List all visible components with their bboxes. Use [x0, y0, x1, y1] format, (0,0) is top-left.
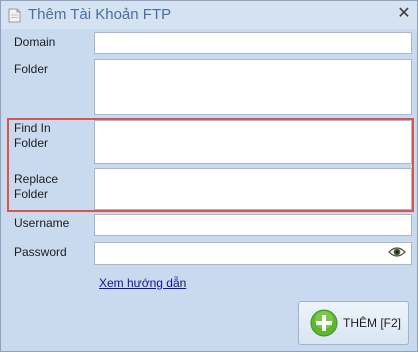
folder-input[interactable]: [94, 59, 412, 115]
title-bar: Thêm Tài Khoản FTP ✕: [1, 1, 417, 29]
add-button[interactable]: THÊM [F2]: [298, 301, 409, 345]
domain-input[interactable]: [94, 32, 412, 54]
eye-icon[interactable]: [388, 245, 406, 259]
help-link[interactable]: Xem hướng dẫn: [99, 276, 186, 290]
folder-label: Folder: [14, 62, 49, 76]
find-in-folder-input[interactable]: [94, 120, 412, 164]
find-in-folder-label: Find In Folder: [14, 121, 51, 151]
add-button-label: THÊM [F2]: [343, 316, 402, 330]
replace-label-line1: Replace: [14, 172, 59, 186]
replace-folder-input[interactable]: [94, 168, 412, 210]
find-label-line1: Find In: [14, 121, 51, 135]
close-icon[interactable]: ✕: [394, 4, 414, 24]
dialog-window: Thêm Tài Khoản FTP ✕ Domain Folder Find …: [0, 0, 418, 352]
document-icon: [8, 8, 21, 23]
window-title: Thêm Tài Khoản FTP: [28, 6, 172, 23]
username-input[interactable]: [94, 214, 412, 236]
username-label: Username: [14, 216, 70, 230]
replace-folder-label: Replace Folder: [14, 172, 58, 202]
domain-label: Domain: [14, 35, 56, 49]
find-label-line2: Folder: [14, 136, 49, 150]
replace-label-line2: Folder: [14, 187, 49, 201]
password-input[interactable]: [94, 242, 412, 265]
password-label: Password: [14, 245, 67, 259]
plus-circle-icon: [310, 309, 338, 337]
